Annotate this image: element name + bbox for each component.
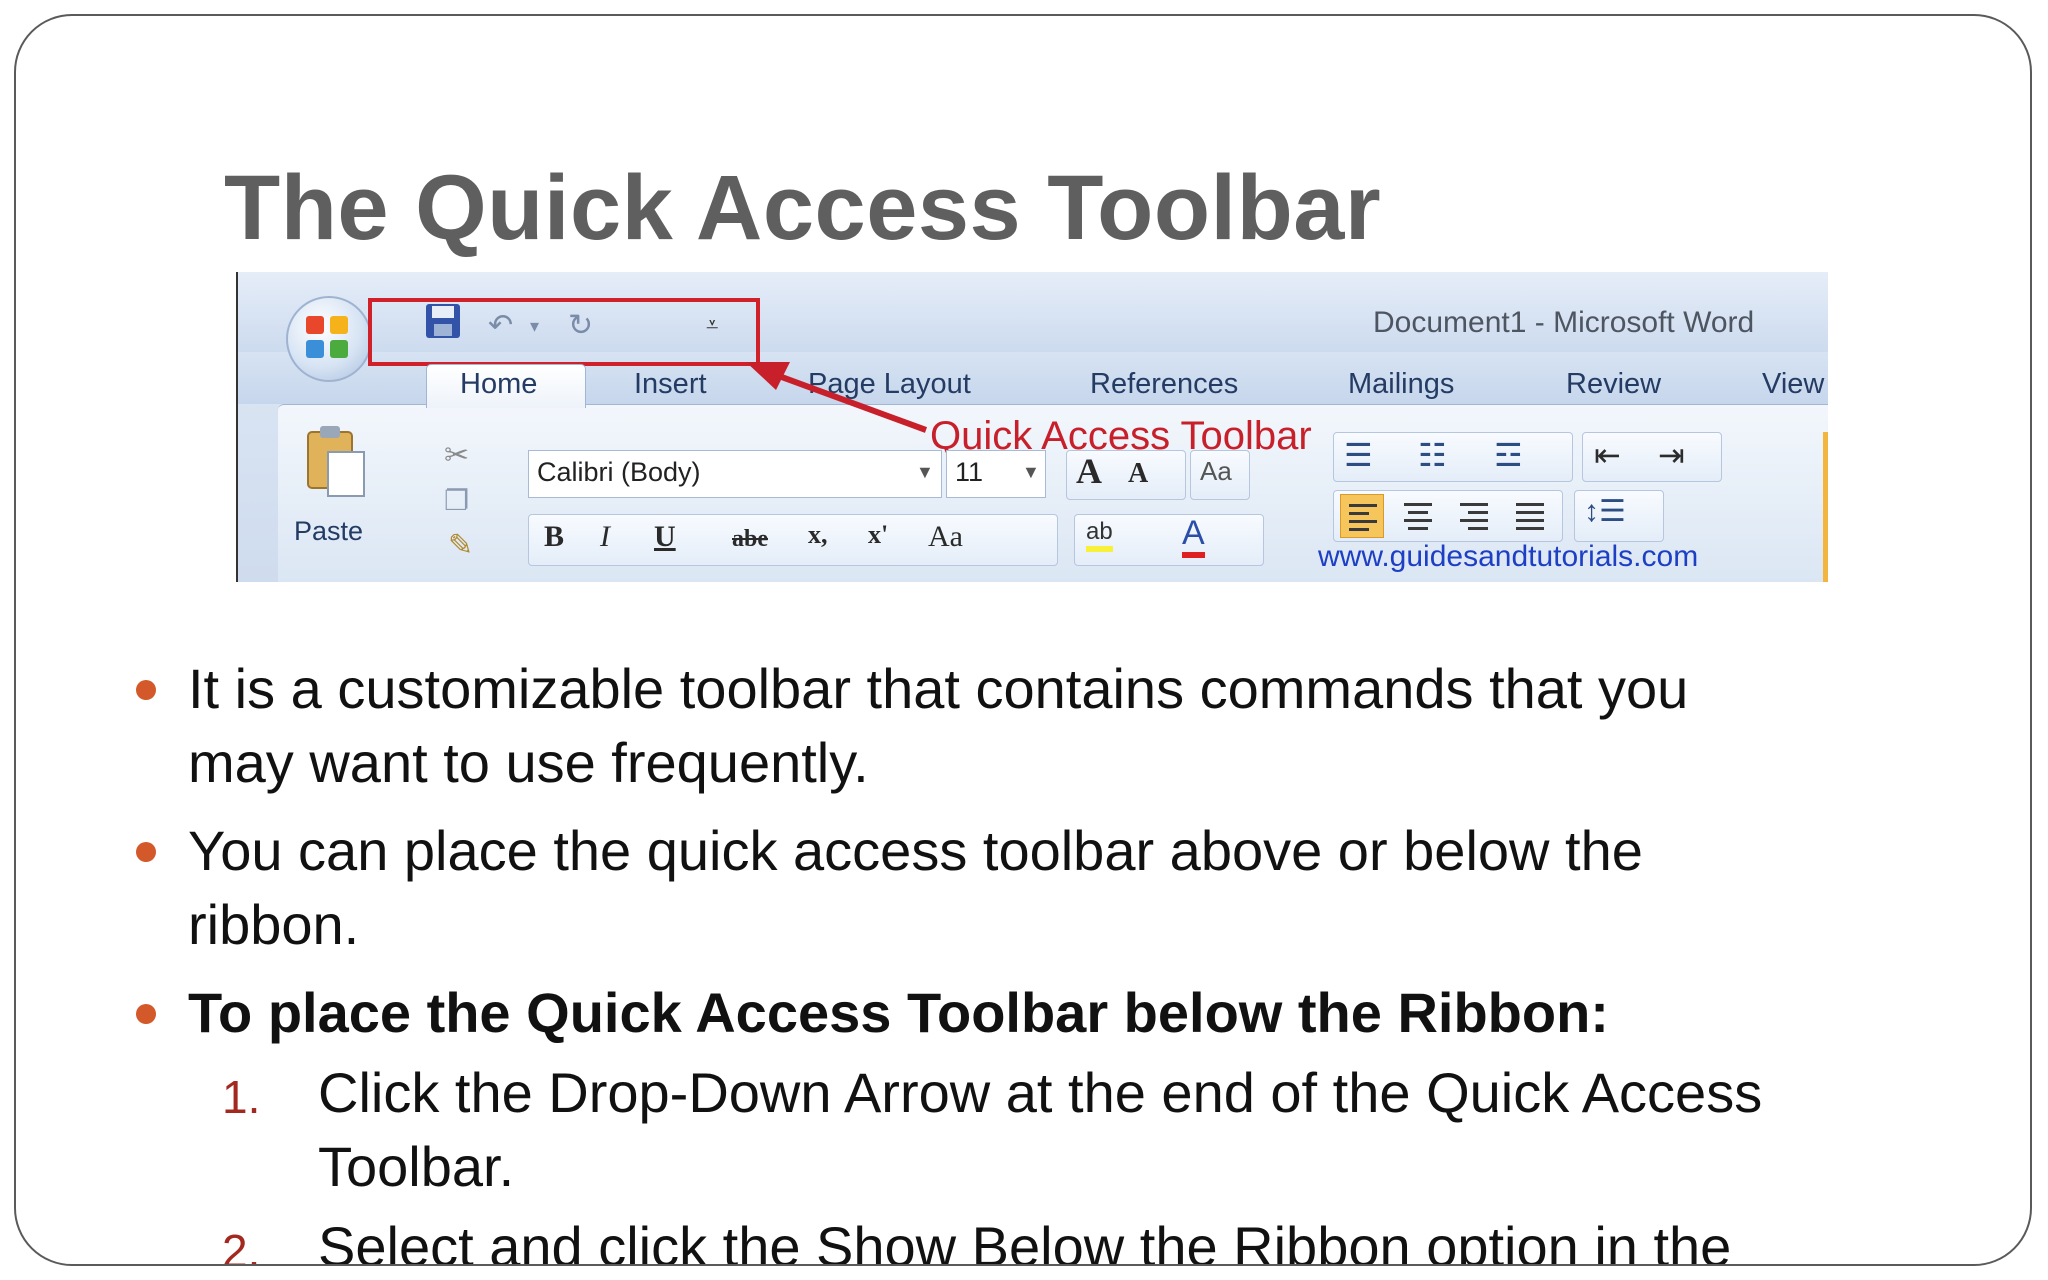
align-right-icon bbox=[1452, 494, 1496, 538]
bullet-text: It is a customizable toolbar that contai… bbox=[188, 652, 1948, 800]
align-center-icon bbox=[1396, 494, 1440, 538]
step-number: 2. bbox=[222, 1225, 261, 1266]
bullet-heading: To place the Quick Access Toolbar below … bbox=[188, 981, 1609, 1044]
line-spacing-icon: ↕☰ bbox=[1584, 495, 1626, 528]
change-case-icon: Aa bbox=[928, 520, 963, 553]
step-line: Click the Drop-Down Arrow at the end of … bbox=[318, 1061, 1763, 1124]
step-text: Select and click the Show Below the Ribb… bbox=[318, 1210, 1958, 1266]
tab-review: Review bbox=[1566, 368, 1662, 400]
bullet-line: You can place the quick access toolbar a… bbox=[188, 819, 1643, 882]
step-number: 1. bbox=[222, 1071, 261, 1123]
font-name-field: Calibri (Body) bbox=[528, 450, 942, 498]
highlight-icon: ab bbox=[1086, 518, 1113, 552]
step-line: Toolbar. bbox=[318, 1135, 515, 1198]
step-text: Click the Drop-Down Arrow at the end of … bbox=[318, 1056, 1958, 1204]
bold-icon: B bbox=[544, 520, 565, 553]
shrink-font-icon: A bbox=[1128, 458, 1149, 489]
size-dropdown-icon: ▼ bbox=[1022, 462, 1040, 482]
tab-home: Home bbox=[460, 368, 538, 400]
bullets-icon: ☰ bbox=[1344, 437, 1373, 473]
decrease-indent-icon: ⇤ bbox=[1594, 437, 1621, 473]
align-left-icon bbox=[1340, 494, 1384, 538]
justify-icon bbox=[1508, 494, 1552, 538]
annotation-arrow-icon bbox=[746, 362, 928, 433]
font-dropdown-icon: ▼ bbox=[916, 462, 934, 482]
strikethrough-icon: abe bbox=[732, 526, 768, 552]
tab-references: References bbox=[1090, 368, 1239, 400]
cut-icon: ✂ bbox=[444, 439, 470, 472]
qat-highlight-box bbox=[368, 298, 760, 366]
numbering-icon: ☷ bbox=[1418, 437, 1447, 473]
office-logo-icon bbox=[306, 316, 352, 362]
bullet-dot-icon bbox=[136, 842, 156, 862]
superscript-icon: x' bbox=[868, 520, 889, 549]
bullet-dot-icon bbox=[136, 1004, 156, 1024]
tab-view: View bbox=[1762, 368, 1825, 400]
tab-mailings: Mailings bbox=[1348, 368, 1455, 400]
copy-icon: ❐ bbox=[444, 485, 470, 516]
watermark: www.guidesandtutorials.com bbox=[1318, 540, 1699, 573]
multilevel-list-icon: ☲ bbox=[1494, 437, 1523, 473]
bullet-line: may want to use frequently. bbox=[188, 731, 869, 794]
step-line: Select and click the Show Below the Ribb… bbox=[318, 1215, 1732, 1266]
word-ribbon-screenshot: ↶ ▾ ↻ ⩡ Document1 - Microsoft Word Home … bbox=[236, 272, 1828, 582]
subscript-icon: x, bbox=[808, 520, 828, 549]
increase-indent-icon: ⇥ bbox=[1658, 437, 1685, 473]
underline-icon: U bbox=[654, 520, 676, 553]
styles-group-edge bbox=[1823, 432, 1828, 582]
bullet-line: ribbon. bbox=[188, 893, 360, 956]
font-color-icon: A bbox=[1182, 514, 1205, 558]
tab-insert: Insert bbox=[634, 368, 707, 400]
bullet-text: You can place the quick access toolbar a… bbox=[188, 814, 1948, 962]
window-title: Document1 - Microsoft Word bbox=[1373, 306, 1755, 339]
slide-frame: The Quick Access Toolbar ↶ ▾ ↻ ⩡ Documen… bbox=[14, 14, 2032, 1266]
format-painter-icon: ✎ bbox=[448, 529, 474, 562]
italic-icon: I bbox=[600, 520, 610, 553]
office-button bbox=[286, 296, 372, 382]
bullet-line: It is a customizable toolbar that contai… bbox=[188, 657, 1689, 720]
clear-formatting-icon: Aa bbox=[1200, 456, 1232, 486]
paste-label: Paste bbox=[294, 516, 364, 546]
bullet-dot-icon bbox=[136, 680, 156, 700]
grow-font-icon: A bbox=[1076, 451, 1102, 491]
slide-title: The Quick Access Toolbar bbox=[224, 157, 1382, 259]
paste-icon bbox=[307, 426, 365, 497]
